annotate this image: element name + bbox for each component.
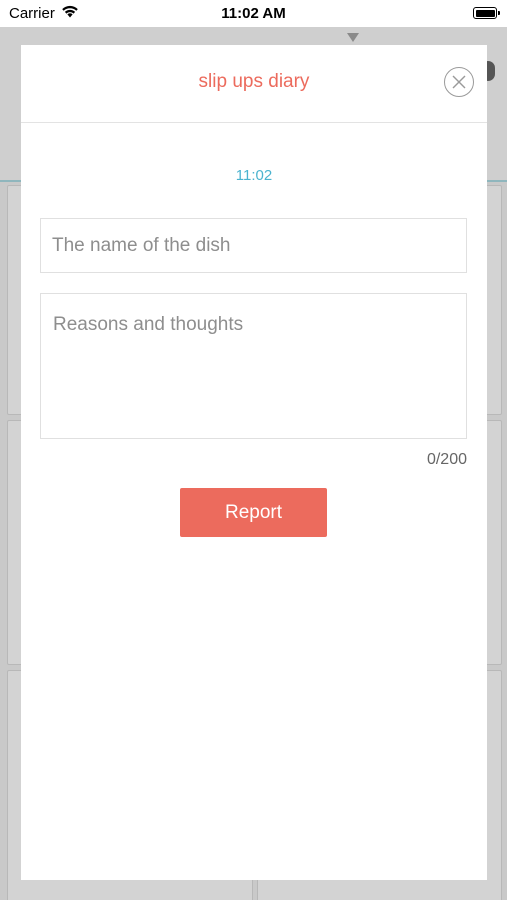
status-time: 11:02 AM — [221, 5, 286, 22]
reasons-thoughts-textarea[interactable] — [40, 293, 467, 439]
report-button[interactable]: Report — [180, 488, 327, 537]
character-counter: 0/200 — [426, 451, 467, 468]
dialog-title: slip ups diary — [198, 71, 310, 92]
close-icon — [452, 75, 466, 89]
battery-icon — [473, 7, 500, 19]
dialog-header: slip ups diary — [21, 45, 487, 123]
dropdown-arrow-icon — [347, 33, 359, 42]
battery-level — [475, 9, 495, 17]
close-button[interactable] — [444, 67, 474, 97]
slip-ups-diary-dialog: slip ups diary 11:02 0/200 Report — [21, 45, 487, 880]
status-bar: Carrier 11:02 AM — [0, 0, 507, 27]
entry-time[interactable]: 11:02 — [21, 167, 487, 184]
dish-name-input[interactable] — [40, 218, 467, 273]
